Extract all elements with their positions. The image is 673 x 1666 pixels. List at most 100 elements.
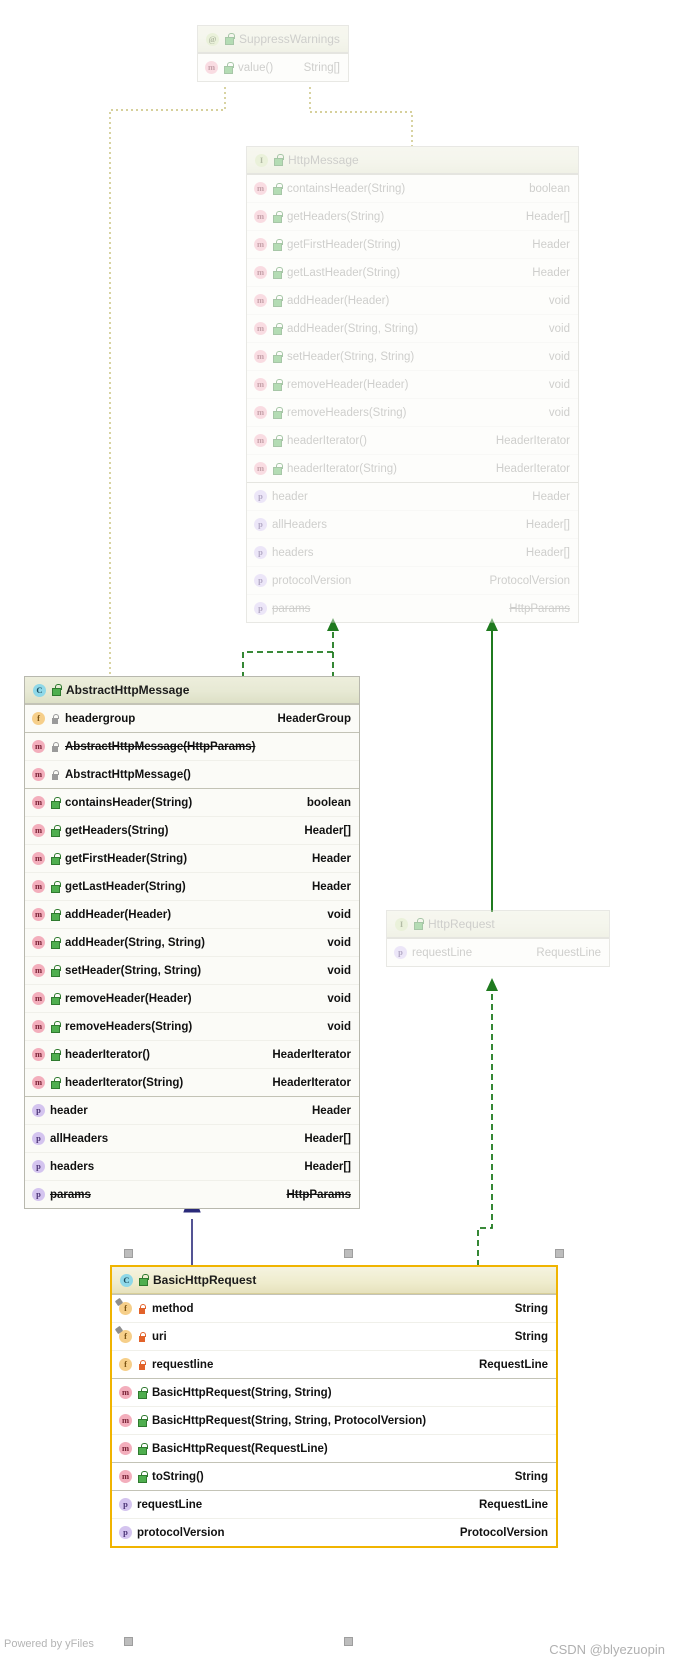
member-row[interactable]: m getHeaders(String) Header[] bbox=[247, 202, 578, 230]
member-row[interactable]: m addHeader(String, String) void bbox=[25, 928, 359, 956]
method-icon: m bbox=[119, 1386, 132, 1399]
selection-handle-top-left[interactable] bbox=[124, 1249, 133, 1258]
class-box-httpmessage[interactable]: I HttpMessage m containsHeader(String) b… bbox=[246, 146, 579, 623]
member-row[interactable]: p headers Header[] bbox=[247, 538, 578, 566]
method-icon: m bbox=[32, 1048, 45, 1061]
selection-handle-bottom-center[interactable] bbox=[344, 1637, 353, 1646]
public-visibility-icon bbox=[413, 918, 424, 930]
member-row[interactable]: m BasicHttpRequest(String, String) bbox=[112, 1379, 556, 1406]
class-icon: C bbox=[33, 683, 46, 697]
member-row[interactable]: m addHeader(String, String) void bbox=[247, 314, 578, 342]
member-row[interactable]: m headerIterator(String) HeaderIterator bbox=[247, 454, 578, 482]
member-row[interactable]: p allHeaders Header[] bbox=[247, 510, 578, 538]
member-row[interactable]: p requestLine RequestLine bbox=[112, 1491, 556, 1518]
member-row[interactable]: p header Header bbox=[247, 483, 578, 510]
constructors-section: m AbstractHttpMessage(HttpParams) m Abst… bbox=[25, 732, 359, 788]
member-row[interactable]: m containsHeader(String) boolean bbox=[247, 175, 578, 202]
member-row[interactable]: m addHeader(Header) void bbox=[25, 900, 359, 928]
interface-icon: I bbox=[395, 917, 408, 931]
member-row[interactable]: m removeHeader(Header) void bbox=[25, 984, 359, 1012]
member-type-label: HeaderIterator bbox=[272, 1048, 351, 1061]
member-row[interactable]: m value() String[] bbox=[198, 54, 348, 81]
member-row[interactable]: m containsHeader(String) boolean bbox=[25, 789, 359, 816]
member-row[interactable]: m addHeader(Header) void bbox=[247, 286, 578, 314]
member-row[interactable]: m getLastHeader(String) Header bbox=[25, 872, 359, 900]
member-row[interactable]: p header Header bbox=[25, 1097, 359, 1124]
class-box-suppresswarnings[interactable]: @ SuppressWarnings m value() String[] bbox=[197, 25, 349, 82]
member-row[interactable]: m removeHeaders(String) void bbox=[247, 398, 578, 426]
members-section: m value() String[] bbox=[198, 53, 348, 81]
member-row[interactable]: m AbstractHttpMessage() bbox=[25, 760, 359, 788]
member-type-label: void bbox=[548, 350, 570, 363]
selection-handle-bottom-left[interactable] bbox=[124, 1637, 133, 1646]
member-row[interactable]: f requestline RequestLine bbox=[112, 1350, 556, 1378]
member-row[interactable]: f headergroup HeaderGroup bbox=[25, 705, 359, 732]
public-visibility-icon bbox=[223, 61, 234, 74]
member-type-label: void bbox=[327, 992, 351, 1005]
selection-handle-top-center[interactable] bbox=[344, 1249, 353, 1258]
member-type-label: void bbox=[327, 936, 351, 949]
member-row[interactable]: m toString() String bbox=[112, 1463, 556, 1490]
public-visibility-icon bbox=[50, 852, 61, 865]
member-row[interactable]: m removeHeader(Header) void bbox=[247, 370, 578, 398]
constructors-section: m BasicHttpRequest(String, String) m Bas… bbox=[112, 1378, 556, 1462]
member-type-label: void bbox=[548, 294, 570, 307]
public-visibility-icon bbox=[50, 908, 61, 921]
public-visibility-icon bbox=[51, 684, 62, 696]
member-row[interactable]: f uri String bbox=[112, 1322, 556, 1350]
member-name-label: BasicHttpRequest(String, String) bbox=[152, 1386, 332, 1399]
member-row[interactable]: m setHeader(String, String) void bbox=[247, 342, 578, 370]
member-row-deprecated[interactable]: p params HttpParams bbox=[247, 594, 578, 622]
property-icon: p bbox=[32, 1132, 45, 1145]
member-row[interactable]: m getLastHeader(String) Header bbox=[247, 258, 578, 286]
member-row[interactable]: p requestLine RequestLine bbox=[387, 939, 609, 966]
member-name-label: addHeader(String, String) bbox=[65, 936, 205, 949]
member-name-label: BasicHttpRequest(String, String, Protoco… bbox=[152, 1414, 427, 1427]
property-icon: p bbox=[32, 1160, 45, 1173]
class-box-abstracthttpmessage[interactable]: C AbstractHttpMessage f headergroup Head… bbox=[24, 676, 360, 1209]
member-row[interactable]: m removeHeaders(String) void bbox=[25, 1012, 359, 1040]
member-row[interactable]: p allHeaders Header[] bbox=[25, 1124, 359, 1152]
member-name-label: containsHeader(String) bbox=[287, 182, 406, 195]
member-row[interactable]: m headerIterator() HeaderIterator bbox=[25, 1040, 359, 1068]
selection-handle-top-right[interactable] bbox=[555, 1249, 564, 1258]
method-icon: m bbox=[32, 852, 45, 865]
class-box-httpmessage-title: I HttpMessage bbox=[247, 147, 578, 174]
class-name-label: AbstractHttpMessage bbox=[66, 683, 190, 697]
member-row[interactable]: m getFirstHeader(String) Header bbox=[25, 844, 359, 872]
member-row[interactable]: m headerIterator(String) HeaderIterator bbox=[25, 1068, 359, 1096]
protected-visibility-icon bbox=[50, 741, 60, 753]
method-icon: m bbox=[32, 908, 45, 921]
member-name-label: allHeaders bbox=[50, 1132, 109, 1145]
method-icon: m bbox=[32, 880, 45, 893]
member-row[interactable]: m setHeader(String, String) void bbox=[25, 956, 359, 984]
member-type-label: RequestLine bbox=[536, 946, 601, 959]
property-icon: p bbox=[119, 1498, 132, 1511]
property-icon: p bbox=[254, 574, 267, 587]
member-name-label: removeHeaders(String) bbox=[287, 406, 407, 419]
member-row[interactable]: m headerIterator() HeaderIterator bbox=[247, 426, 578, 454]
member-row[interactable]: p protocolVersion ProtocolVersion bbox=[112, 1518, 556, 1546]
member-row[interactable]: m getFirstHeader(String) Header bbox=[247, 230, 578, 258]
member-row[interactable]: m getHeaders(String) Header[] bbox=[25, 816, 359, 844]
member-type-label: HeaderIterator bbox=[272, 1076, 351, 1089]
member-row[interactable]: p headers Header[] bbox=[25, 1152, 359, 1180]
member-row-deprecated[interactable]: p params HttpParams bbox=[25, 1180, 359, 1208]
member-type-label: void bbox=[327, 1020, 351, 1033]
class-box-basichttprequest[interactable]: C BasicHttpRequest f method String f uri… bbox=[110, 1265, 558, 1548]
method-icon: m bbox=[254, 434, 267, 447]
member-row[interactable]: p protocolVersion ProtocolVersion bbox=[247, 566, 578, 594]
member-name-label: BasicHttpRequest(RequestLine) bbox=[152, 1442, 328, 1455]
member-row[interactable]: m BasicHttpRequest(String, String, Proto… bbox=[112, 1406, 556, 1434]
member-row[interactable]: f method String bbox=[112, 1295, 556, 1322]
class-box-httprequest-title: I HttpRequest bbox=[387, 911, 609, 938]
class-box-httprequest[interactable]: I HttpRequest p requestLine RequestLine bbox=[386, 910, 610, 967]
member-name-label: getFirstHeader(String) bbox=[287, 238, 401, 251]
member-type-label: Header bbox=[312, 1104, 351, 1117]
methods-section: m containsHeader(String) boolean m getHe… bbox=[247, 174, 578, 482]
member-type-label: Header[] bbox=[525, 210, 570, 223]
public-visibility-icon bbox=[272, 294, 283, 307]
member-row-deprecated[interactable]: m AbstractHttpMessage(HttpParams) bbox=[25, 733, 359, 760]
member-row[interactable]: m BasicHttpRequest(RequestLine) bbox=[112, 1434, 556, 1462]
class-box-abstracthttpmessage-title: C AbstractHttpMessage bbox=[25, 677, 359, 704]
